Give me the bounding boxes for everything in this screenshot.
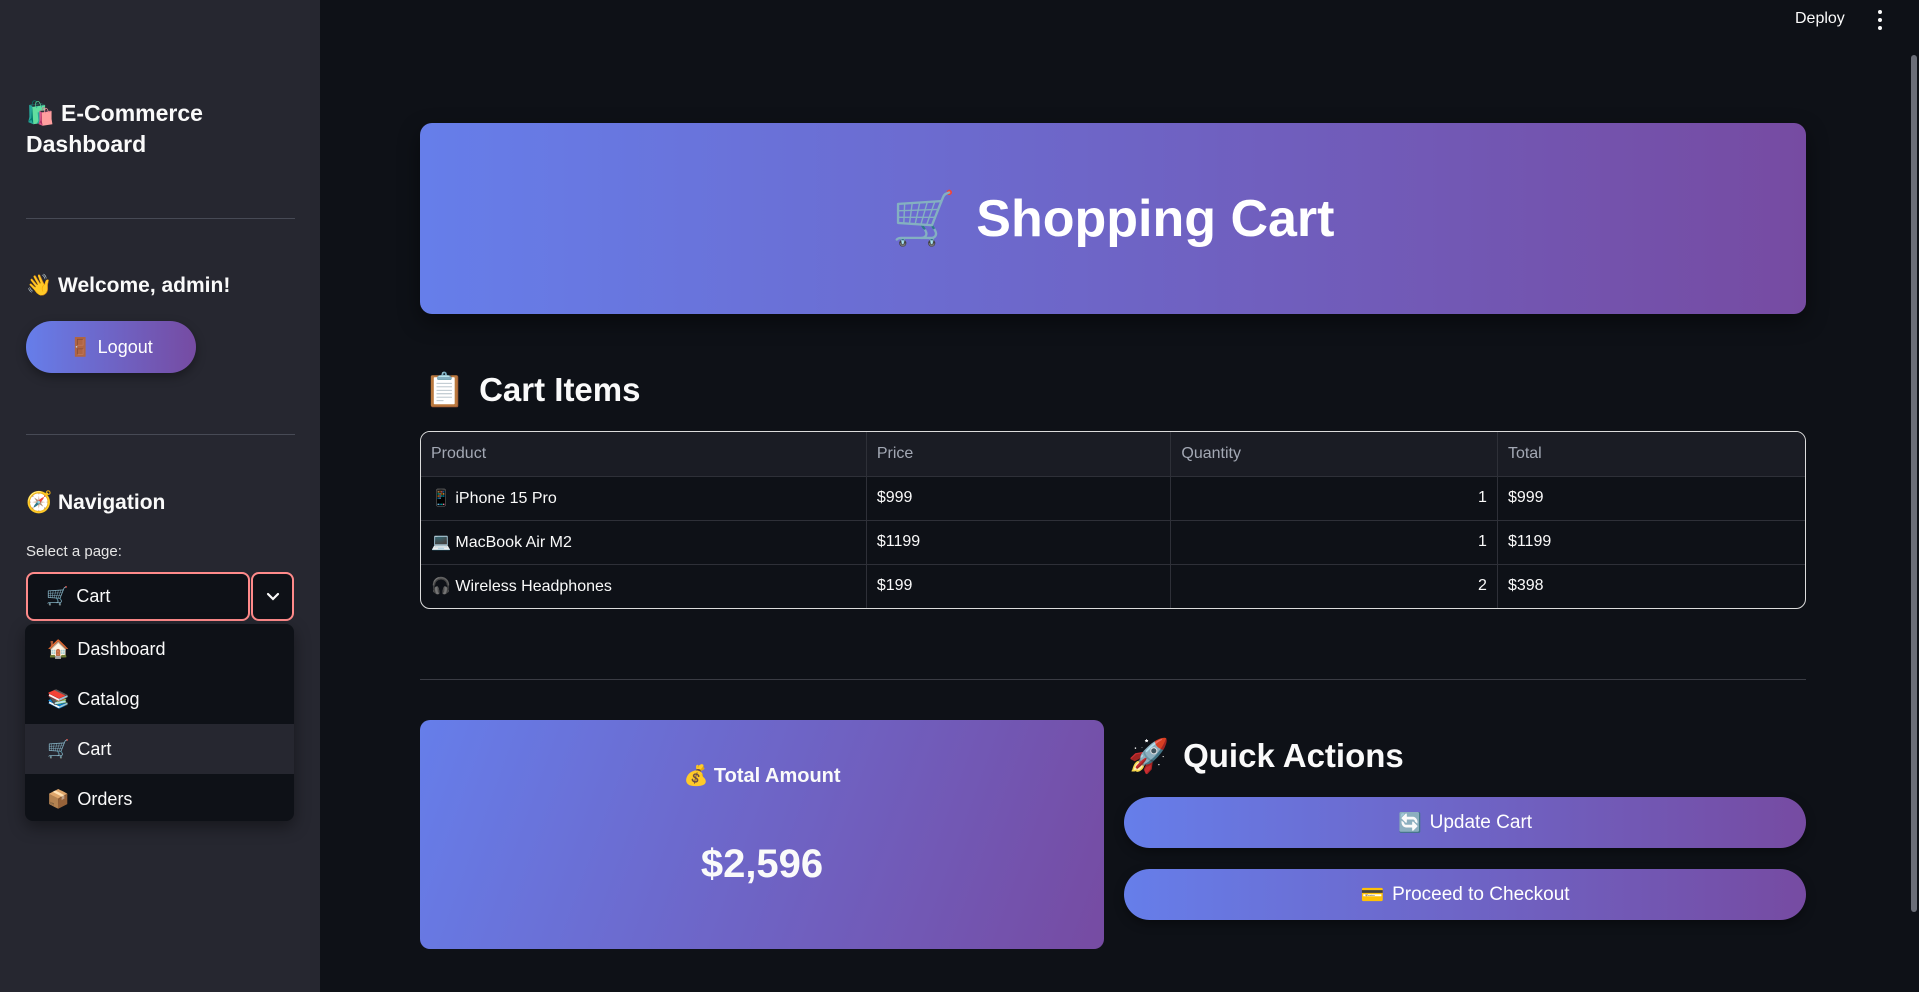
table-row: 💻 MacBook Air M2 $1199 1 $1199: [421, 520, 1805, 565]
headphones-icon: 🎧: [431, 576, 451, 596]
cart-items-heading-text: Cart Items: [479, 371, 641, 408]
price-cell[interactable]: $999: [866, 476, 1172, 521]
rocket-icon: 🚀: [1128, 736, 1170, 775]
navigation-heading: 🧭 Navigation: [26, 490, 165, 515]
total-amount-card: 💰 Total Amount $2,596: [420, 720, 1104, 949]
deploy-button[interactable]: Deploy: [1795, 10, 1845, 28]
update-cart-button[interactable]: 🔄 Update Cart: [1124, 797, 1806, 848]
money-bag-icon: 💰: [683, 763, 709, 787]
product-cell[interactable]: 📱 iPhone 15 Pro: [421, 476, 867, 521]
welcome-message: 👋 Welcome, admin!: [26, 273, 230, 298]
refresh-icon: 🔄: [1397, 812, 1422, 834]
navigation-heading-text: Navigation: [58, 491, 166, 514]
table-row: 🎧 Wireless Headphones $199 2 $398: [421, 564, 1805, 608]
door-icon: 🚪: [69, 336, 92, 358]
total-cell[interactable]: $999: [1497, 476, 1805, 521]
quantity-cell[interactable]: 1: [1170, 520, 1498, 565]
cart-table[interactable]: Product Price Quantity Total 📱 iPhone 15…: [420, 431, 1806, 609]
compass-icon: 🧭: [26, 490, 53, 514]
dropdown-option-dashboard[interactable]: 🏠 Dashboard: [25, 624, 294, 674]
dropdown-option-label: Cart: [77, 738, 112, 759]
price-cell[interactable]: $1199: [866, 520, 1172, 565]
house-icon: 🏠: [47, 638, 70, 660]
column-header[interactable]: Product: [421, 432, 867, 477]
quantity-cell[interactable]: 1: [1170, 476, 1498, 521]
page-select-value: Cart: [76, 586, 111, 606]
scrollbar[interactable]: [1911, 55, 1917, 912]
wave-icon: 👋: [26, 273, 53, 297]
column-header[interactable]: Quantity: [1170, 432, 1498, 477]
page-header-banner: 🛒 Shopping Cart: [420, 123, 1806, 314]
sidebar-title: 🛍️ E-Commerce Dashboard: [26, 98, 296, 159]
sidebar-divider: [26, 218, 295, 219]
page-title: Shopping Cart: [976, 189, 1335, 248]
column-header[interactable]: Price: [866, 432, 1172, 477]
dropdown-option-label: Orders: [77, 788, 133, 809]
checkout-label: Proceed to Checkout: [1392, 883, 1570, 905]
page-select-label: Select a page:: [26, 543, 122, 560]
price-cell[interactable]: $199: [866, 564, 1172, 608]
table-header-row: Product Price Quantity Total: [421, 432, 1805, 477]
dropdown-option-cart[interactable]: 🛒 Cart: [25, 724, 294, 774]
quick-actions-heading-text: Quick Actions: [1183, 737, 1404, 774]
welcome-text: Welcome, admin!: [58, 274, 231, 297]
quick-actions-heading: 🚀 Quick Actions: [1128, 736, 1404, 776]
cart-icon: 🛒: [46, 586, 69, 607]
column-header[interactable]: Total: [1497, 432, 1805, 477]
total-cell[interactable]: $1199: [1497, 520, 1805, 565]
checkout-button[interactable]: 💳 Proceed to Checkout: [1124, 869, 1806, 920]
total-cell[interactable]: $398: [1497, 564, 1805, 608]
product-cell[interactable]: 🎧 Wireless Headphones: [421, 564, 867, 608]
dropdown-option-label: Dashboard: [77, 638, 166, 659]
sidebar: 🛍️ E-Commerce Dashboard 👋 Welcome, admin…: [0, 0, 320, 992]
credit-card-icon: 💳: [1360, 884, 1385, 906]
product-name: MacBook Air M2: [455, 534, 572, 551]
product-cell[interactable]: 💻 MacBook Air M2: [421, 520, 867, 565]
table-row: 📱 iPhone 15 Pro $999 1 $999: [421, 476, 1805, 521]
quantity-cell[interactable]: 2: [1170, 564, 1498, 608]
cart-icon: 🛒: [891, 189, 957, 249]
dropdown-option-label: Catalog: [77, 688, 140, 709]
update-cart-label: Update Cart: [1429, 811, 1533, 833]
product-name: Wireless Headphones: [455, 578, 612, 596]
product-name: iPhone 15 Pro: [455, 490, 557, 507]
dropdown-option-orders[interactable]: 📦 Orders: [25, 774, 294, 821]
logout-label: Logout: [97, 336, 153, 357]
phone-icon: 📱: [431, 488, 451, 507]
page-select-dropdown: 🏠 Dashboard 📚 Catalog 🛒 Cart 📦 Orders: [25, 624, 294, 821]
chevron-down-icon: [266, 592, 279, 601]
package-icon: 📦: [47, 788, 70, 810]
shopping-bags-icon: 🛍️: [26, 101, 55, 127]
total-amount-label: 💰 Total Amount: [420, 763, 1104, 788]
total-amount-value: $2,596: [700, 842, 824, 886]
clipboard-icon: 📋: [424, 370, 466, 409]
total-amount-label-text: Total Amount: [713, 765, 841, 787]
dropdown-option-catalog[interactable]: 📚 Catalog: [25, 674, 294, 724]
cart-items-heading: 📋 Cart Items: [424, 370, 640, 410]
sidebar-divider: [26, 434, 295, 435]
books-icon: 📚: [47, 688, 70, 710]
page-select-toggle[interactable]: [251, 572, 294, 621]
main-menu-icon[interactable]: [1872, 10, 1888, 32]
cart-icon: 🛒: [47, 738, 70, 760]
logout-button[interactable]: 🚪 Logout: [26, 321, 196, 373]
section-divider: [420, 679, 1806, 680]
laptop-icon: 💻: [431, 532, 451, 551]
page-select[interactable]: 🛒 Cart: [26, 572, 250, 621]
